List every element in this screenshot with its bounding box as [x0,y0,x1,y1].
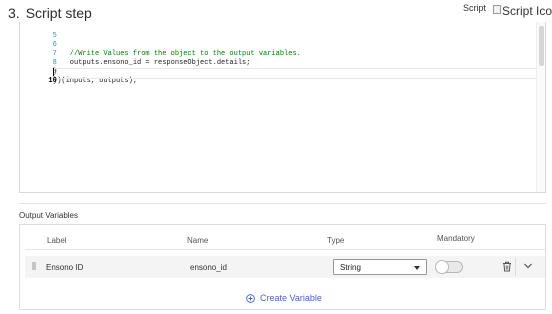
variable-label[interactable]: Ensono ID [46,263,83,272]
line-code: outputs.ensono_id = responseObject.detai… [53,59,251,67]
editor-scrollbar-thumb[interactable] [539,26,544,66]
script-type-label: Script [462,3,486,13]
create-variable-label: Create Variable [260,293,322,303]
column-header-label: Label [47,236,67,245]
toggle-knob [435,260,449,274]
line-number: 6 [52,41,57,49]
mandatory-toggle[interactable] [435,260,463,274]
row-action-separator [515,258,516,276]
code-line-active: 10 [20,68,56,85]
trash-icon[interactable] [502,261,512,272]
code-line: 8 } [20,50,58,76]
line-number: 7 [52,50,57,58]
column-header-type: Type [327,236,345,245]
code-editor[interactable]: 5 6 //Write Values from the object to th… [19,22,546,193]
code-line: 7 outputs.ensono_id = responseObject.det… [20,41,251,67]
plus-circle-icon [246,293,255,303]
header-separator [25,249,545,250]
step-title-text: Script step [25,5,92,21]
chevron-down-icon[interactable] [523,262,533,270]
broken-image-icon [493,5,501,14]
code-line: 5 [20,23,57,40]
line-number-active: 10 [48,77,57,85]
line-number: 8 [52,59,57,67]
editor-scrollbar[interactable] [536,22,545,192]
variable-name[interactable]: ensono_id [190,263,227,272]
code-line: 9 })(inputs, outputs); [20,59,137,85]
step-number: 3. [8,5,20,21]
script-icon-alt-text: Script Icon [502,4,552,18]
variable-type-value: String [340,263,361,272]
active-line-highlight [50,68,545,79]
section-divider [19,203,546,204]
drag-handle-icon[interactable] [32,262,36,270]
text-cursor [53,68,54,76]
output-variables-heading: Output Variables [19,211,78,220]
step-title: 3. Script step [8,5,92,21]
column-header-name: Name [187,236,209,245]
column-header-mandatory: Mandatory [437,234,475,243]
caret-down-icon [414,266,420,270]
create-variable-button[interactable]: Create Variable [246,292,322,304]
output-variable-row: Ensono ID ensono_id String [25,256,545,278]
script-icon: Script Icon [493,4,552,20]
line-code-comment: //Write Values from the object to the ou… [53,50,301,58]
variable-type-select[interactable]: String [333,259,427,275]
code-line: 6 //Write Values from the object to the … [20,32,301,58]
line-number: 5 [52,32,57,40]
